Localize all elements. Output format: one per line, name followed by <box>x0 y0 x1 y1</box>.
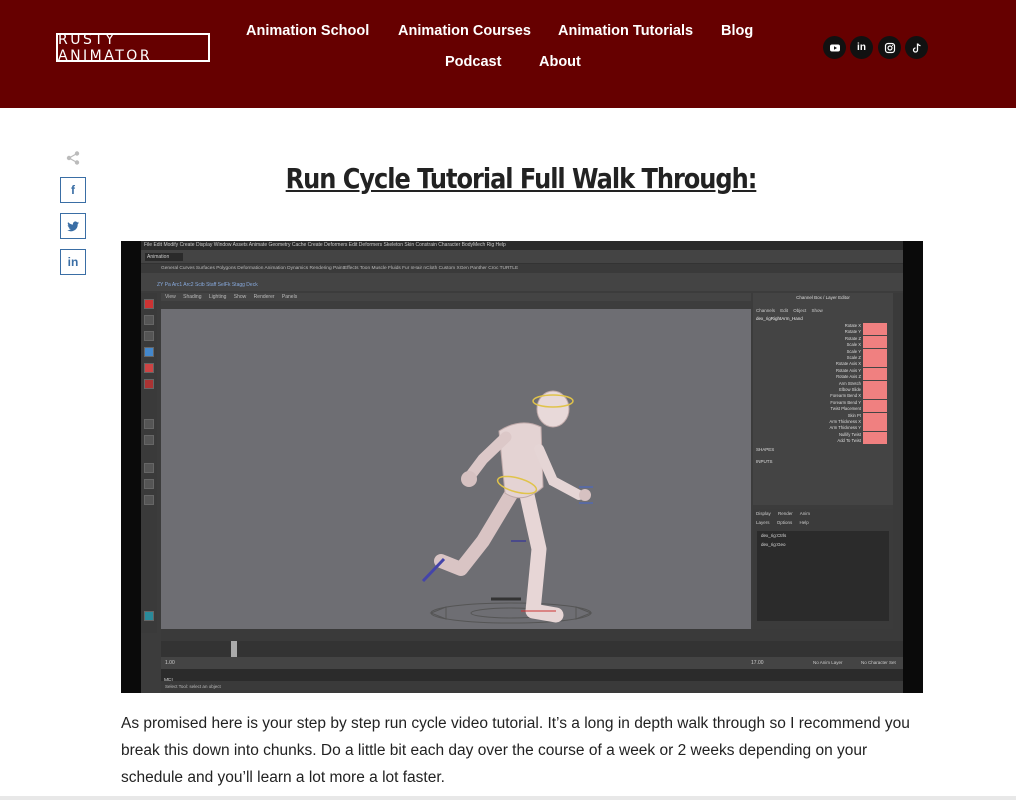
layout-icon <box>144 611 154 621</box>
nav-animation-courses[interactable]: Animation Courses <box>398 23 531 39</box>
maya-menubar: File Edit Modify Create Display Window A… <box>141 241 903 250</box>
maya-shelf-labels: ZY Pa Arc1 Arc2 Scib Staff SelFk Stagg D… <box>157 282 258 288</box>
linkedin-share-icon: in <box>67 255 79 269</box>
rotate-tool-icon <box>144 363 154 373</box>
channel-box-inputs: INPUTS <box>756 459 773 464</box>
share-twitter-button[interactable] <box>60 213 86 239</box>
mel-command-line: MEL <box>161 669 903 684</box>
scale-tool-icon <box>144 379 154 389</box>
select-tool-icon <box>144 299 154 309</box>
layout-icon <box>144 435 154 445</box>
video-embed[interactable]: File Edit Modify Create Display Window A… <box>121 241 923 693</box>
range-start: 1.00 <box>165 660 175 666</box>
facebook-icon: f <box>71 183 75 197</box>
linkedin-icon[interactable]: in <box>850 36 873 59</box>
layer-editor: Display Render Anim Layers Options Help … <box>753 509 893 629</box>
timeline-ruler <box>161 641 903 657</box>
lasso-tool-icon <box>144 315 154 325</box>
share-facebook-button[interactable]: f <box>60 177 86 203</box>
channel-box: Channel Box / Layer Editor Channels Edit… <box>753 293 893 505</box>
channel-value-field <box>863 438 887 445</box>
viewport-panel-menu: View Shading Lighting Show Renderer Pane… <box>161 293 751 301</box>
layer-list: dex_rig:Ctrls dex_rig:Geo <box>757 531 889 621</box>
channel-value-field <box>863 367 887 374</box>
maya-toolbox <box>141 293 157 633</box>
page-bottom-edge <box>0 796 1016 800</box>
site-header: RUSTY ANIMATOR Animation School Animatio… <box>0 0 1016 108</box>
channel-value-field <box>863 393 887 400</box>
tiktok-icon[interactable] <box>905 36 928 59</box>
anim-layer-field: No Anim Layer <box>813 660 843 665</box>
channel-value-field <box>863 374 887 381</box>
layer-row: dex_rig:Ctrls <box>761 533 787 538</box>
maya-viewport <box>161 309 751 629</box>
paint-tool-icon <box>144 331 154 341</box>
channel-value-field <box>863 387 887 393</box>
share-linkedin-button[interactable]: in <box>60 249 86 275</box>
linkedin-icon-text: in <box>857 42 866 53</box>
nav-blog[interactable]: Blog <box>721 23 753 39</box>
layout-icon <box>144 479 154 489</box>
viewport-panel-toolbar <box>161 301 751 309</box>
maya-mode-select: Animation <box>145 253 183 261</box>
post-title: Run Cycle Tutorial Full Walk Through: <box>285 162 758 195</box>
nav-animation-school[interactable]: Animation School <box>246 23 369 39</box>
channel-label: Add To Twist <box>837 438 861 444</box>
channel-row: Add To Twist <box>753 438 893 445</box>
channel-value-field <box>863 335 887 342</box>
attribute-editor-strip <box>893 293 903 629</box>
channel-value-field <box>863 419 887 425</box>
channel-value-field <box>863 355 887 361</box>
range-end: 17.00 <box>751 660 764 666</box>
maya-window: File Edit Modify Create Display Window A… <box>141 241 903 693</box>
layer-row: dex_rig:Geo <box>761 542 786 547</box>
channel-value-field <box>863 412 887 419</box>
maya-status-line: Animation <box>141 250 903 264</box>
maya-range-slider: 1.00 17.00 No Anim Layer No Character Se… <box>161 657 903 669</box>
layout-icon <box>144 419 154 429</box>
maya-timeline <box>161 629 903 657</box>
channel-value-field <box>863 425 887 432</box>
maya-help-line: Select Tool: select an object <box>161 681 903 693</box>
channel-value-field <box>863 342 887 349</box>
instagram-icon[interactable] <box>878 36 901 59</box>
layer-editor-menu: Layers Options Help <box>756 520 809 525</box>
site-logo[interactable]: RUSTY ANIMATOR <box>56 32 210 64</box>
channel-value-field <box>863 348 887 355</box>
layer-editor-tabs: Display Render Anim <box>756 511 811 516</box>
maya-shelf-tabs: General Curves Surfaces Polygons Deforma… <box>141 264 903 273</box>
channel-value-field <box>863 323 887 329</box>
share-icon[interactable] <box>65 150 81 166</box>
channel-box-menu: Channels Edit Object Show <box>756 308 823 313</box>
channel-value-field <box>863 406 887 413</box>
nav-about[interactable]: About <box>539 54 581 70</box>
rig-character-illustration <box>421 390 593 624</box>
youtube-icon[interactable] <box>823 36 846 59</box>
post-body-paragraph: As promised here is your step by step ru… <box>121 715 910 786</box>
layout-icon <box>144 463 154 473</box>
character-set-field: No Character Set <box>861 660 896 665</box>
maya-shelf: ZY Pa Arc1 Arc2 Scib Staff SelFk Stagg D… <box>141 273 903 291</box>
channel-value-field <box>863 399 887 406</box>
channel-value-field <box>863 329 887 336</box>
nav-podcast[interactable]: Podcast <box>445 54 501 70</box>
channel-value-field <box>863 380 887 387</box>
nav-animation-tutorials[interactable]: Animation Tutorials <box>558 23 693 39</box>
channel-value-field <box>863 361 887 368</box>
channel-value-field <box>863 431 887 438</box>
channel-box-node-name: dex_rigRightArm_Hand <box>756 316 803 321</box>
layout-icon <box>144 495 154 505</box>
channel-box-title: Channel Box / Layer Editor <box>796 295 850 300</box>
twitter-icon <box>66 221 79 231</box>
channel-box-shapes: SHAPES <box>756 447 775 452</box>
move-tool-icon <box>144 347 154 357</box>
